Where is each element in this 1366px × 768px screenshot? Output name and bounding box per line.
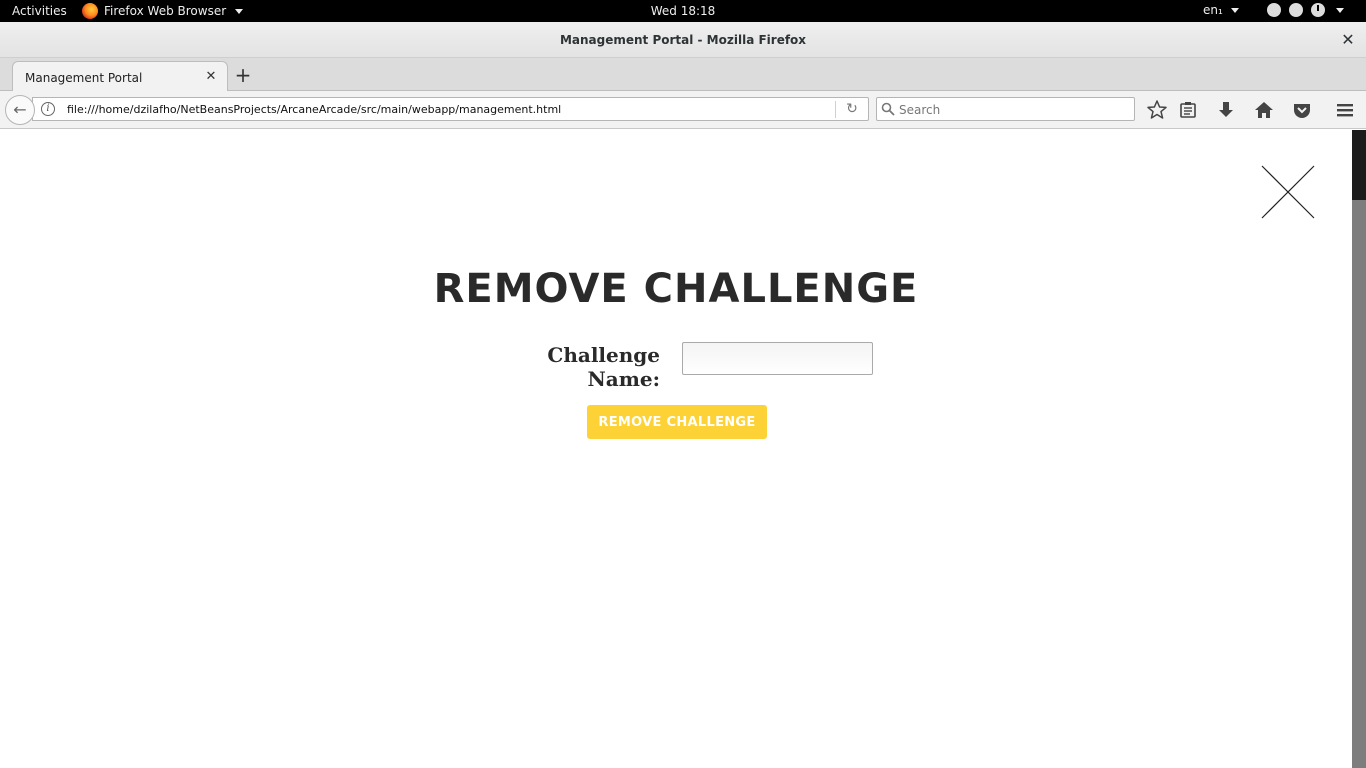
reload-button[interactable]: ↻ bbox=[843, 100, 861, 118]
chevron-down-icon bbox=[1230, 7, 1239, 13]
tab-label: Management Portal bbox=[25, 71, 143, 85]
chevron-down-icon bbox=[1336, 7, 1344, 13]
chevron-down-icon bbox=[235, 8, 244, 14]
navigation-toolbar: i ↻ ← bbox=[0, 91, 1366, 129]
page-content bbox=[0, 130, 1352, 768]
back-button[interactable]: ← bbox=[5, 95, 35, 125]
tab-close-button[interactable]: ✕ bbox=[203, 68, 219, 86]
vertical-scrollbar[interactable] bbox=[1352, 130, 1366, 768]
remove-challenge-button[interactable]: REMOVE CHALLENGE bbox=[587, 405, 767, 439]
activities-button[interactable]: Activities bbox=[12, 4, 67, 18]
window-title-bar: Management Portal - Mozilla Firefox ✕ bbox=[0, 22, 1366, 58]
close-overlay-icon[interactable] bbox=[1260, 164, 1316, 220]
volume-icon bbox=[1289, 3, 1303, 17]
search-icon bbox=[881, 102, 895, 116]
language-selector[interactable]: en₁ bbox=[1203, 3, 1239, 17]
language-label: en₁ bbox=[1203, 3, 1223, 17]
home-icon[interactable] bbox=[1253, 99, 1275, 121]
system-top-bar: Activities Firefox Web Browser Wed 18:18… bbox=[0, 0, 1366, 22]
pocket-icon[interactable] bbox=[1291, 99, 1313, 121]
tab-strip: Management Portal ✕ + bbox=[0, 58, 1366, 92]
window-title: Management Portal - Mozilla Firefox bbox=[559, 33, 807, 47]
network-icon bbox=[1267, 3, 1281, 17]
url-bar[interactable]: i ↻ bbox=[32, 97, 869, 121]
download-icon[interactable] bbox=[1215, 99, 1237, 121]
new-tab-button[interactable]: + bbox=[232, 64, 254, 86]
url-input[interactable] bbox=[67, 100, 827, 118]
reading-list-icon[interactable] bbox=[1177, 99, 1199, 121]
tab-management-portal[interactable]: Management Portal ✕ bbox=[12, 61, 228, 92]
power-icon bbox=[1311, 3, 1325, 17]
challenge-name-label: Challenge Name: bbox=[547, 343, 660, 391]
search-input[interactable] bbox=[899, 101, 1129, 118]
challenge-name-input[interactable] bbox=[682, 342, 873, 375]
app-menu-label: Firefox Web Browser bbox=[104, 4, 227, 18]
url-bar-divider bbox=[835, 101, 836, 118]
page-title: REMOVE CHALLENGE bbox=[433, 266, 919, 312]
system-status-menu[interactable] bbox=[1267, 3, 1344, 17]
scrollbar-thumb[interactable] bbox=[1352, 130, 1366, 200]
bookmark-star-icon[interactable] bbox=[1146, 99, 1168, 121]
search-bar[interactable] bbox=[876, 97, 1135, 121]
window-close-button[interactable]: ✕ bbox=[1338, 30, 1358, 50]
site-info-icon[interactable]: i bbox=[41, 102, 55, 116]
app-menu[interactable]: Firefox Web Browser bbox=[82, 3, 244, 19]
hamburger-menu-icon[interactable] bbox=[1334, 99, 1356, 121]
firefox-logo-icon bbox=[82, 3, 98, 19]
